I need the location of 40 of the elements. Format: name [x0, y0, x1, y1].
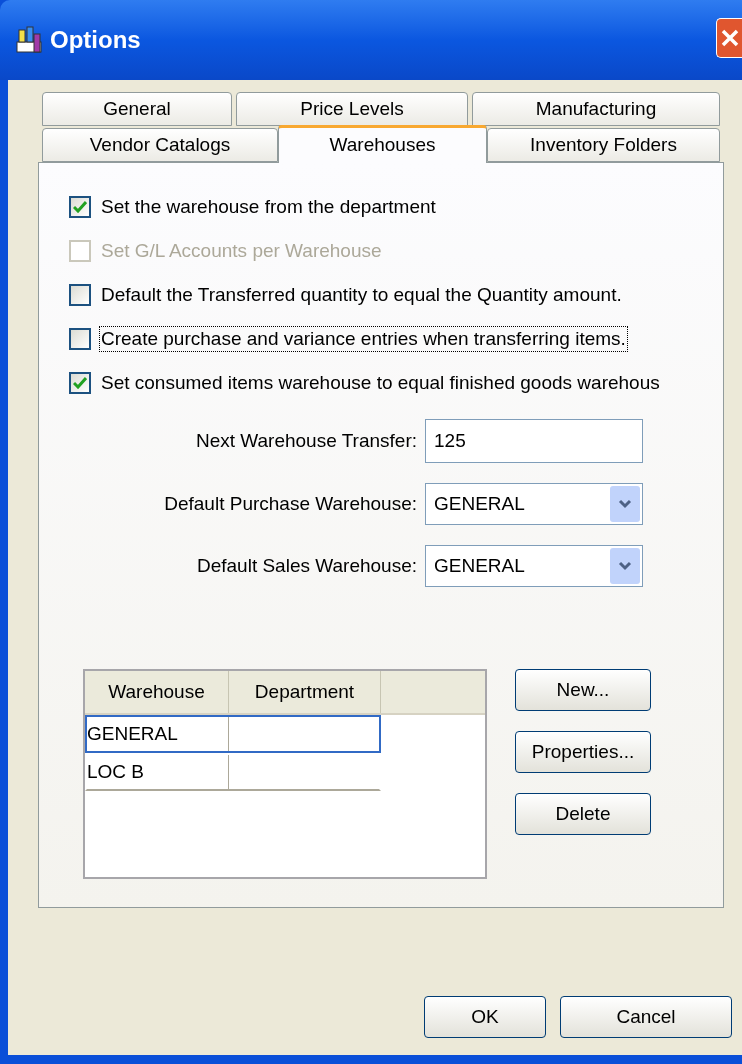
tab[interactable]: General	[42, 92, 232, 126]
action-button[interactable]: New...	[515, 669, 651, 711]
chevron-down-icon	[618, 499, 632, 509]
checkbox[interactable]	[69, 284, 91, 306]
input-field[interactable]: 125	[425, 419, 643, 463]
checkmark-icon	[73, 377, 87, 389]
table-cell-text: LOC B	[87, 759, 145, 784]
checkbox[interactable]	[69, 196, 91, 218]
column-header[interactable]: Warehouse	[85, 671, 229, 713]
close-button[interactable]	[716, 18, 742, 58]
tab[interactable]: Price Levels	[236, 92, 468, 126]
checkbox[interactable]	[69, 372, 91, 394]
action-button[interactable]: Delete	[515, 793, 651, 835]
tab[interactable]: Manufacturing	[472, 92, 720, 126]
tab[interactable]: Warehouses	[278, 125, 487, 163]
column-header[interactable]: Department	[229, 671, 381, 713]
dialog-button[interactable]: OK	[424, 996, 546, 1038]
table-row[interactable]: LOC B	[85, 753, 381, 791]
field-label: Default Sales Warehouse:	[195, 553, 418, 578]
checkbox-label: Set G/L Accounts per Warehouse	[100, 239, 383, 263]
chevron-down-icon	[618, 561, 632, 571]
checkbox[interactable]	[69, 328, 91, 350]
checkmark-icon	[73, 201, 87, 213]
field-label: Next Warehouse Transfer:	[194, 428, 418, 453]
checkbox-label: Set consumed items warehouse to equal finished goods warehous	[100, 371, 661, 395]
action-button[interactable]: Properties...	[515, 731, 651, 773]
tab[interactable]: Vendor Catalogs	[42, 128, 278, 162]
app-icon	[16, 26, 42, 54]
checkbox-label: Set the warehouse from the department	[100, 195, 437, 219]
dialog-button[interactable]: Cancel	[560, 996, 732, 1038]
dropdown[interactable]: GENERAL	[425, 545, 643, 587]
table-cell-text: GENERAL	[87, 721, 178, 746]
checkbox-label: Default the Transferred quantity to equal the Quantity amount.	[100, 283, 623, 307]
window-title: Options	[50, 25, 141, 55]
field-label: Default Purchase Warehouse:	[163, 491, 418, 516]
checkbox-label: Create purchase and variance entries when transferring items.	[99, 326, 628, 352]
dropdown[interactable]: GENERAL	[425, 483, 643, 525]
table-row[interactable]: GENERAL	[85, 715, 381, 753]
tab[interactable]: Inventory Folders	[487, 128, 720, 162]
close-icon	[720, 28, 740, 48]
